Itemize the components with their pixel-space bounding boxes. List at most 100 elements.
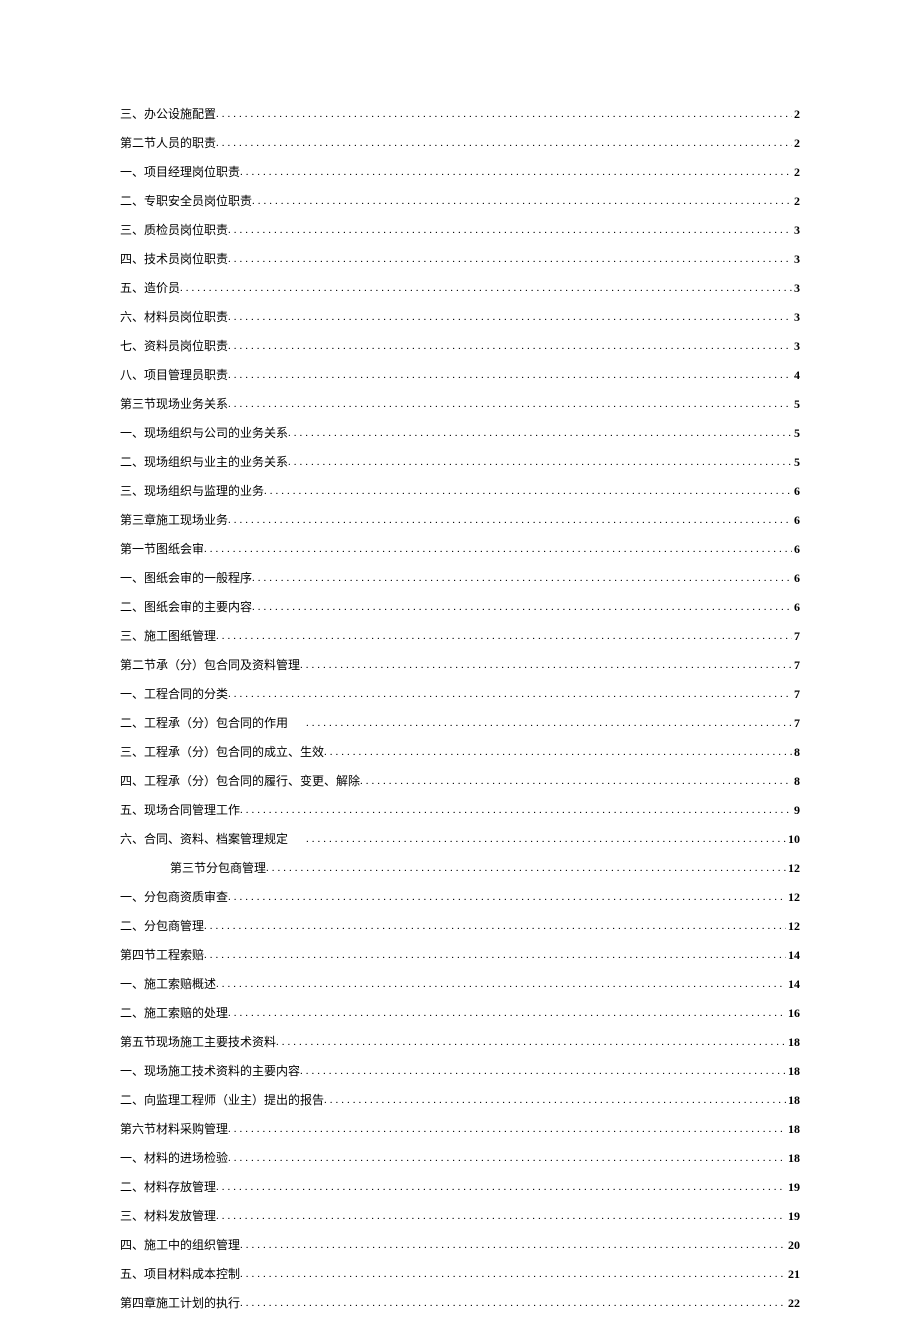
toc-entry: 一、项目经理岗位职责2 bbox=[120, 158, 800, 187]
toc-entry: 第三节分包商管理12 bbox=[120, 854, 800, 883]
toc-entry-title: 二、工程承（分）包合同的作用 bbox=[120, 709, 288, 737]
toc-entry: 二、工程承（分）包合同的作用 7 bbox=[120, 709, 800, 738]
toc-entry: 一、图纸会审的一般程序6 bbox=[120, 564, 800, 593]
toc-entry: 六、合同、资料、档案管理规定 10 bbox=[120, 825, 800, 854]
toc-entry-title: 五、现场合同管理工作 bbox=[120, 796, 240, 824]
toc-entry: 第五节现场施工主要技术资料18 bbox=[120, 1028, 800, 1057]
toc-entry-title: 三、质检员岗位职责 bbox=[120, 216, 228, 244]
toc-entry-page: 8 bbox=[792, 738, 800, 766]
toc-entry-title: 二、图纸会审的主要内容 bbox=[120, 593, 252, 621]
toc-leader-dots bbox=[300, 651, 792, 679]
toc-entry-title: 三、现场组织与监理的业务 bbox=[120, 477, 264, 505]
toc-entry-title: 二、分包商管理 bbox=[120, 912, 204, 940]
toc-leader-dots bbox=[228, 361, 792, 389]
toc-entry-page: 21 bbox=[786, 1260, 800, 1288]
toc-entry-title: 四、技术员岗位职责 bbox=[120, 245, 228, 273]
toc-leader-dots bbox=[228, 506, 792, 534]
toc-leader-dots bbox=[240, 796, 792, 824]
toc-entry-page: 12 bbox=[786, 912, 800, 940]
toc-entry: 七、资料员岗位职责3 bbox=[120, 332, 800, 361]
toc-entry-title: 一、现场组织与公司的业务关系 bbox=[120, 419, 288, 447]
toc-entry: 一、现场组织与公司的业务关系 5 bbox=[120, 419, 800, 448]
toc-entry-title: 四、施工中的组织管理 bbox=[120, 1231, 240, 1259]
toc-leader-dots bbox=[228, 1115, 786, 1143]
toc-entry-title: 五、造价员 bbox=[120, 274, 180, 302]
toc-entry-title: 第二节承（分）包合同及资料管理 bbox=[120, 651, 300, 679]
toc-entry-title: 二、向监理工程师（业主）提出的报告 bbox=[120, 1086, 324, 1114]
toc-entry: 二、施工索赔的处理16 bbox=[120, 999, 800, 1028]
toc-entry-page: 20 bbox=[786, 1231, 800, 1259]
toc-entry-title: 六、合同、资料、档案管理规定 bbox=[120, 825, 288, 853]
toc-entry-page: 6 bbox=[792, 477, 800, 505]
toc-entry-page: 18 bbox=[786, 1086, 800, 1114]
toc-entry: 三、材料发放管理19 bbox=[120, 1202, 800, 1231]
toc-entry-page: 7 bbox=[792, 709, 800, 737]
toc-entry-page: 2 bbox=[792, 100, 800, 128]
toc-leader-dots bbox=[306, 825, 786, 853]
toc-entry-page: 14 bbox=[786, 970, 800, 998]
toc-entry-title: 第四节工程索赔 bbox=[120, 941, 204, 969]
toc-entry: 第一节图纸会审6 bbox=[120, 535, 800, 564]
toc-entry: 三、现场组织与监理的业务 6 bbox=[120, 477, 800, 506]
toc-entry-title: 第六节材料采购管理 bbox=[120, 1115, 228, 1143]
toc-entry-title: 一、现场施工技术资料的主要内容 bbox=[120, 1057, 300, 1085]
toc-leader-dots bbox=[240, 1260, 786, 1288]
toc-leader-dots bbox=[204, 912, 786, 940]
toc-entry: 一、施工索赔概述14 bbox=[120, 970, 800, 999]
toc-entry-page: 3 bbox=[792, 216, 800, 244]
toc-leader-dots bbox=[240, 1289, 786, 1317]
toc-entry: 二、分包商管理 12 bbox=[120, 912, 800, 941]
toc-entry: 五、现场合同管理工作9 bbox=[120, 796, 800, 825]
toc-leader-dots bbox=[252, 593, 792, 621]
toc-entry-title: 三、工程承（分）包合同的成立、生效 bbox=[120, 738, 324, 766]
toc-entry-page: 5 bbox=[792, 390, 800, 418]
toc-entry-title: 二、施工索赔的处理 bbox=[120, 999, 228, 1027]
toc-entry: 第二节人员的职责 2 bbox=[120, 129, 800, 158]
toc-entry: 一、工程合同的分类7 bbox=[120, 680, 800, 709]
toc-leader-dots bbox=[228, 332, 792, 360]
toc-entry-title: 第三节分包商管理 bbox=[170, 854, 266, 882]
toc-leader-dots bbox=[228, 999, 786, 1027]
toc-leader-dots bbox=[252, 564, 792, 592]
toc-entry: 一、现场施工技术资料的主要内容18 bbox=[120, 1057, 800, 1086]
toc-entry-title: 六、材料员岗位职责 bbox=[120, 303, 228, 331]
toc-entry: 三、工程承（分）包合同的成立、生效 8 bbox=[120, 738, 800, 767]
toc-leader-dots bbox=[288, 419, 792, 447]
toc-entry: 二、现场组织与业主的业务关系5 bbox=[120, 448, 800, 477]
toc-entry-title: 第二节人员的职责 bbox=[120, 129, 216, 157]
toc-entry-page: 22 bbox=[786, 1289, 800, 1317]
toc-entry-title: 一、分包商资质审查 bbox=[120, 883, 228, 911]
toc-entry: 四、技术员岗位职责 3 bbox=[120, 245, 800, 274]
toc-entry-page: 3 bbox=[792, 245, 800, 273]
toc-leader-dots bbox=[228, 216, 792, 244]
toc-entry: 五、造价员3 bbox=[120, 274, 800, 303]
toc-leader-dots bbox=[204, 535, 792, 563]
table-of-contents: 三、办公设施配置2第二节人员的职责2一、项目经理岗位职责2二、专职安全员岗位职责… bbox=[120, 100, 800, 1318]
toc-entry-title: 四、工程承（分）包合同的履行、变更、解除 bbox=[120, 767, 360, 795]
toc-entry: 八、项目管理员职责4 bbox=[120, 361, 800, 390]
toc-entry-page: 10 bbox=[786, 825, 800, 853]
toc-entry-page: 5 bbox=[792, 419, 800, 447]
toc-leader-dots bbox=[216, 1173, 786, 1201]
toc-entry-title: 三、施工图纸管理 bbox=[120, 622, 216, 650]
toc-entry-page: 2 bbox=[792, 158, 800, 186]
toc-entry-page: 7 bbox=[792, 651, 800, 679]
toc-entry-title: 一、图纸会审的一般程序 bbox=[120, 564, 252, 592]
toc-entry-page: 6 bbox=[792, 535, 800, 563]
toc-entry-title: 七、资料员岗位职责 bbox=[120, 332, 228, 360]
toc-entry: 二、向监理工程师（业主）提出的报告 18 bbox=[120, 1086, 800, 1115]
toc-leader-dots bbox=[216, 100, 792, 128]
toc-entry-title: 一、工程合同的分类 bbox=[120, 680, 228, 708]
toc-entry: 第二节承（分）包合同及资料管理 7 bbox=[120, 651, 800, 680]
toc-leader-dots bbox=[240, 158, 792, 186]
toc-leader-dots bbox=[360, 767, 792, 795]
toc-entry: 一、分包商资质审查12 bbox=[120, 883, 800, 912]
toc-entry-title: 二、专职安全员岗位职责 bbox=[120, 187, 252, 215]
toc-entry: 三、办公设施配置2 bbox=[120, 100, 800, 129]
toc-leader-dots bbox=[266, 854, 786, 882]
toc-entry-page: 2 bbox=[792, 129, 800, 157]
toc-entry-page: 4 bbox=[792, 361, 800, 389]
toc-leader-dots bbox=[252, 187, 792, 215]
toc-entry: 四、施工中的组织管理 20 bbox=[120, 1231, 800, 1260]
toc-entry-page: 6 bbox=[792, 593, 800, 621]
